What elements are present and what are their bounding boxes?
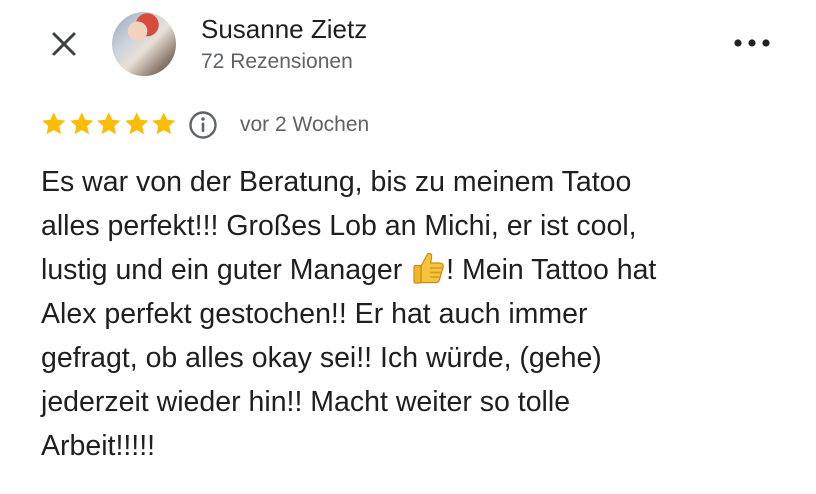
review-line: lustig und ein guter Manager ! Mein Tatt… xyxy=(41,248,801,292)
avatar[interactable] xyxy=(112,12,176,76)
star-icon xyxy=(152,112,176,135)
review-text: Es war von der Beratung, bis zu meinem T… xyxy=(41,160,801,468)
thumbs-up-emoji-icon xyxy=(413,252,444,284)
review-line: alles perfekt!!! Großes Lob an Michi, er… xyxy=(41,210,637,242)
more-horizontal-icon xyxy=(734,39,770,47)
review-date: vor 2 Wochen xyxy=(240,113,370,136)
review-line-part: lustig und ein guter Manager xyxy=(41,254,403,286)
close-button[interactable] xyxy=(44,24,84,64)
more-options-button[interactable] xyxy=(728,28,776,58)
reviewer-name[interactable]: Susanne Zietz xyxy=(201,14,367,45)
star-icon xyxy=(69,112,93,135)
review-line: Alex perfekt gestochen!! Er hat auch imm… xyxy=(41,298,588,330)
star-icon xyxy=(97,112,121,135)
info-button[interactable] xyxy=(188,110,218,140)
review-line-part: ! Mein Tattoo hat xyxy=(446,254,657,286)
star-rating xyxy=(40,110,178,138)
review-line: Arbeit!!!!! xyxy=(41,430,156,462)
star-icon xyxy=(42,112,66,135)
review-count[interactable]: 72 Rezensionen xyxy=(201,50,353,74)
star-icon xyxy=(124,112,148,135)
review-line: Es war von der Beratung, bis zu meinem T… xyxy=(41,166,632,198)
info-icon xyxy=(189,111,217,139)
review-line: gefragt, ob alles okay sei!! Ich würde, … xyxy=(41,342,602,374)
review-line: jederzeit wieder hin!! Macht weiter so t… xyxy=(41,386,571,418)
close-icon xyxy=(52,32,76,56)
